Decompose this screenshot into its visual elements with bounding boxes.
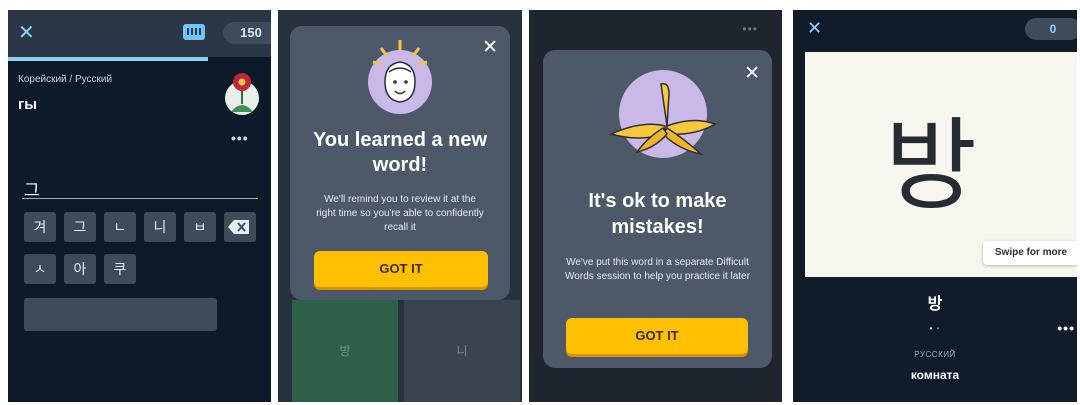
flashcard-screen: ✕ 0 방 Swipe for more 방 • • ••• РУССКИЙ к… <box>793 10 1077 402</box>
backspace-button[interactable] <box>224 212 256 242</box>
mistakes-dialog: ✕ It's ok to make mistakes! We've put th… <box>543 50 772 368</box>
key-button[interactable]: 쿠 <box>104 254 136 284</box>
points-badge: 150 <box>223 22 271 44</box>
more-options-icon[interactable]: ••• <box>1057 320 1075 336</box>
top-bar: ✕ 150 <box>8 10 271 57</box>
translation-text: комната <box>910 368 960 382</box>
key-button[interactable]: 아 <box>64 254 96 284</box>
brain-idea-icon <box>368 40 432 114</box>
key-button[interactable]: ㅂ <box>184 212 216 242</box>
tile-text: 방 <box>339 344 351 358</box>
dialog-title: It's ok to make mistakes! <box>588 190 727 238</box>
page-indicator: • • <box>793 324 1077 333</box>
language-label: РУССКИЙ <box>914 350 956 359</box>
answer-tile[interactable]: 니 <box>404 300 520 402</box>
more-options-icon[interactable]: ••• <box>742 22 758 36</box>
page-dot-active: • <box>929 324 934 333</box>
space-key[interactable] <box>24 298 217 331</box>
key-button[interactable]: ㄴ <box>104 212 136 242</box>
banana-peel-icon <box>608 70 717 158</box>
more-options-icon[interactable]: ••• <box>231 130 249 146</box>
card-word: 방 <box>927 296 943 313</box>
key-button[interactable]: 그 <box>64 212 96 242</box>
key-button[interactable]: 겨 <box>24 212 56 242</box>
close-icon[interactable]: ✕ <box>807 18 822 39</box>
typing-screen: ✕ 150 Корейский / Русский гы ••• 그 겨 그 ㄴ… <box>8 10 271 402</box>
key-button[interactable]: 니 <box>144 212 176 242</box>
dialog-body: We'll remind you to review it at the rig… <box>316 194 484 233</box>
language-pair-label: Корейский / Русский <box>18 74 113 85</box>
tile-text: 니 <box>456 344 468 358</box>
backspace-icon <box>228 220 249 234</box>
input-underline <box>22 198 258 199</box>
dialog-title: You learned a new word! <box>312 129 488 176</box>
close-icon[interactable]: ✕ <box>744 62 760 85</box>
page-dot: • <box>936 324 941 333</box>
got-it-button[interactable]: GOT IT <box>314 251 488 287</box>
progress-bar <box>8 57 208 61</box>
swipe-hint: Swipe for more <box>983 241 1077 265</box>
flashcard-word: 방 <box>885 107 977 224</box>
keyboard-icon[interactable] <box>183 24 205 40</box>
close-icon[interactable]: ✕ <box>18 20 35 45</box>
got-it-button[interactable]: GOT IT <box>566 318 748 354</box>
flower-avatar-icon <box>225 73 259 115</box>
learned-word-dialog: ✕ You learned a new word! We'll remind y… <box>290 26 510 300</box>
points-badge: 0 <box>1025 18 1077 40</box>
prompt-word: гы <box>18 96 38 113</box>
key-button[interactable]: ㅅ <box>24 254 56 284</box>
mistakes-screen: ••• ✕ It's ok to make mistakes! We've pu… <box>529 10 782 402</box>
dialog-body: We've put this word in a separate Diffic… <box>565 257 750 282</box>
learned-word-screen: 방 니 ✕ You learned a new word! We'll remi… <box>278 10 522 402</box>
answer-tile[interactable]: 방 <box>292 300 398 402</box>
close-icon[interactable]: ✕ <box>482 36 498 59</box>
